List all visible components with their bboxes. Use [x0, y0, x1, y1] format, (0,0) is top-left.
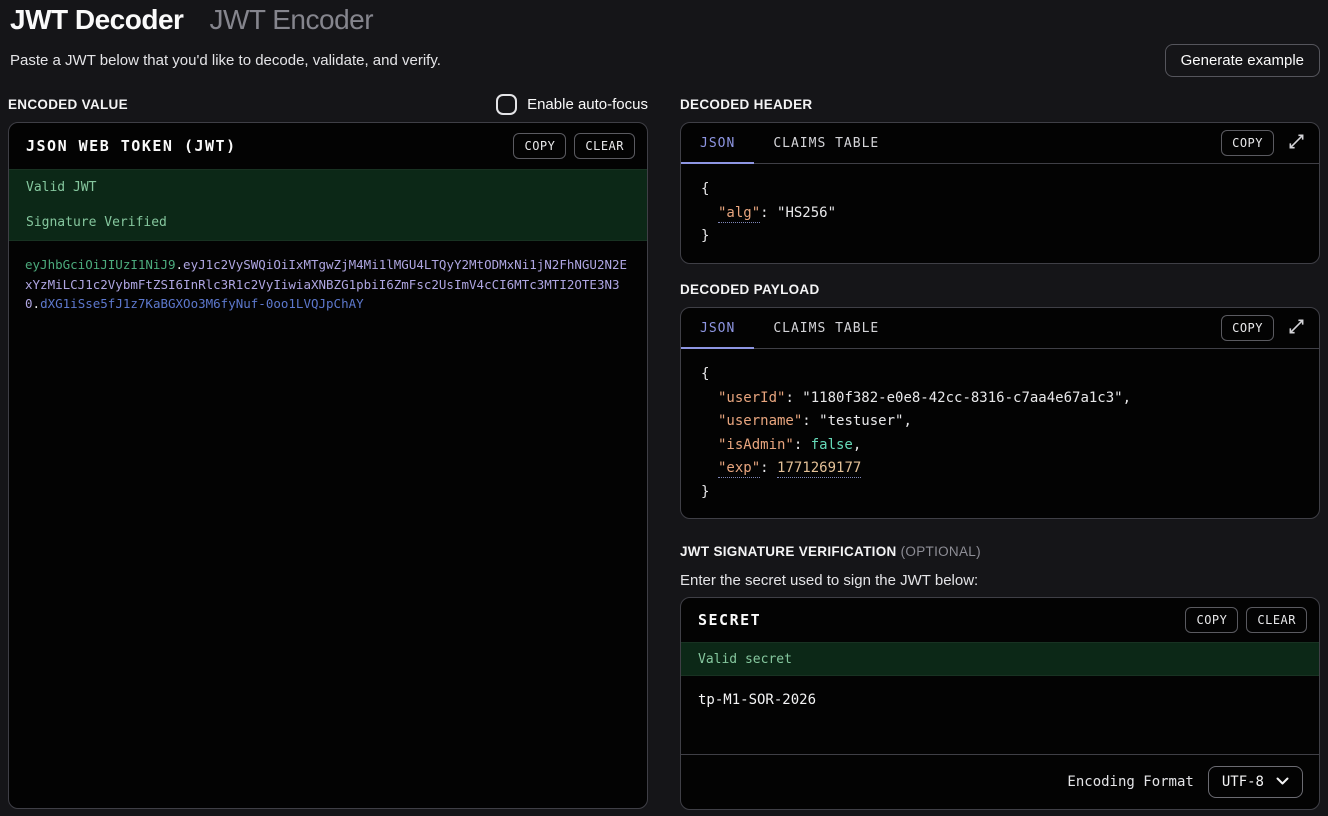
intro-row: Paste a JWT below that you'd like to dec… — [8, 44, 1320, 77]
claim-value-isAdmin: false — [811, 437, 853, 453]
claim-key-exp[interactable]: "exp" — [718, 460, 760, 478]
json-open-brace: { — [701, 178, 1299, 202]
token-signature-segment: dXG1iSse5fJ1z7KaBGXOo3M6fyNuf-0oo1LVQJpC… — [40, 296, 364, 311]
decoded-payload-label: DECODED PAYLOAD — [680, 282, 820, 297]
decoded-header-tab-json[interactable]: JSON — [681, 123, 754, 163]
decoded-payload-json: { "userId": "1180f382-e0e8-42cc-8316-c7a… — [681, 349, 1319, 518]
jwt-input-panel: JSON WEB TOKEN (JWT) COPY CLEAR Valid JW… — [8, 122, 648, 809]
secret-copy-button[interactable]: COPY — [1185, 607, 1238, 633]
json-separator: : — [794, 437, 811, 453]
decoded-payload-label-row: DECODED PAYLOAD — [680, 277, 1320, 301]
chevron-down-icon — [1276, 773, 1289, 791]
secret-panel-header: SECRET COPY CLEAR — [681, 598, 1319, 642]
secret-clear-button[interactable]: CLEAR — [1246, 607, 1307, 633]
claim-key-username: "username" — [718, 413, 802, 429]
jwt-signature-status: Signature Verified — [26, 215, 630, 230]
json-separator: : — [760, 205, 777, 221]
jwt-clear-button[interactable]: CLEAR — [574, 133, 635, 159]
signature-label-text: JWT SIGNATURE VERIFICATION — [680, 544, 897, 559]
json-open-brace: { — [701, 363, 1299, 387]
expand-icon — [1288, 133, 1305, 153]
token-header-segment: eyJhbGciOiJIUzI1NiJ9 — [25, 257, 176, 272]
json-close-brace: } — [701, 225, 1299, 249]
decoded-header-json: { "alg": "HS256" } — [681, 164, 1319, 263]
claim-value-username: "testuser" — [819, 413, 903, 429]
jwt-status-block: Valid JWT Signature Verified — [9, 169, 647, 241]
decoded-payload-tabbar: JSON CLAIMS TABLE COPY — [681, 308, 1319, 349]
autofocus-toggle[interactable]: Enable auto-focus — [496, 94, 648, 115]
secret-panel-actions: COPY CLEAR — [1185, 607, 1307, 633]
secret-valid-status: Valid secret — [698, 652, 792, 667]
generate-example-button[interactable]: Generate example — [1165, 44, 1320, 77]
decoded-payload-tab-json[interactable]: JSON — [681, 308, 754, 348]
jwt-panel-actions: COPY CLEAR — [513, 133, 635, 159]
encoded-label-row: ENCODED VALUE Enable auto-focus — [8, 92, 648, 116]
decoded-header-expand-button[interactable] — [1286, 131, 1307, 155]
autofocus-label: Enable auto-focus — [527, 96, 648, 113]
json-line-exp: "exp": 1771269177 — [701, 457, 1299, 481]
claim-value-userId: "1180f382-e0e8-42cc-8316-c7aa4e67a1c3" — [802, 390, 1122, 406]
json-separator: : — [785, 390, 802, 406]
json-close-brace: } — [701, 481, 1299, 505]
claim-key-userId: "userId" — [718, 390, 785, 406]
decoded-payload-tab-claims[interactable]: CLAIMS TABLE — [754, 308, 898, 348]
encoding-format-value: UTF-8 — [1222, 774, 1264, 790]
signature-section-label: JWT SIGNATURE VERIFICATION (OPTIONAL) — [680, 544, 981, 559]
secret-input[interactable]: tp-M1-SOR-2026 — [681, 676, 1319, 754]
encoded-column: ENCODED VALUE Enable auto-focus JSON WEB… — [8, 92, 648, 810]
jwt-copy-button[interactable]: COPY — [513, 133, 566, 159]
tabbar-spacer — [898, 308, 1221, 348]
encoded-value-label: ENCODED VALUE — [8, 97, 128, 112]
signature-label-row: JWT SIGNATURE VERIFICATION (OPTIONAL) — [680, 539, 1320, 563]
token-dot-2: . — [33, 296, 41, 311]
json-separator: : — [802, 413, 819, 429]
claim-key-isAdmin: "isAdmin" — [718, 437, 794, 453]
decoded-header-label: DECODED HEADER — [680, 97, 812, 112]
jwt-decoder-page: JWT Decoder JWT Encoder Paste a JWT belo… — [0, 0, 1328, 810]
decoded-payload-expand-button[interactable] — [1286, 316, 1307, 340]
json-line-userId: "userId": "1180f382-e0e8-42cc-8316-c7aa4… — [701, 387, 1299, 411]
autofocus-checkbox[interactable] — [496, 94, 517, 115]
decoded-payload-copy-button[interactable]: COPY — [1221, 315, 1274, 341]
jwt-panel-header: JSON WEB TOKEN (JWT) COPY CLEAR — [9, 123, 647, 169]
decoded-header-label-row: DECODED HEADER — [680, 92, 1320, 116]
decoded-column: DECODED HEADER JSON CLAIMS TABLE COPY — [680, 92, 1320, 810]
secret-instruction: Enter the secret used to sign the JWT be… — [680, 569, 1320, 591]
secret-panel: SECRET COPY CLEAR Valid secret tp-M1-SOR… — [680, 597, 1320, 810]
json-comma: , — [853, 437, 861, 453]
claim-key-alg[interactable]: "alg" — [718, 205, 760, 223]
json-line-isAdmin: "isAdmin": false, — [701, 434, 1299, 458]
json-line-username: "username": "testuser", — [701, 410, 1299, 434]
secret-panel-title: SECRET — [698, 611, 761, 629]
decoded-header-actions: COPY — [1221, 123, 1307, 163]
decoded-header-copy-button[interactable]: COPY — [1221, 130, 1274, 156]
encoding-format-label: Encoding Format — [1067, 774, 1193, 790]
tab-jwt-encoder[interactable]: JWT Encoder — [209, 4, 373, 36]
decoded-header-tabbar: JSON CLAIMS TABLE COPY — [681, 123, 1319, 164]
decoded-payload-panel: JSON CLAIMS TABLE COPY { "userId": — [680, 307, 1320, 519]
secret-status-block: Valid secret — [681, 642, 1319, 676]
jwt-token-input[interactable]: eyJhbGciOiJIUzI1NiJ9.eyJ1c2VySWQiOiIxMTg… — [9, 241, 647, 808]
claim-value-alg: "HS256" — [777, 205, 836, 221]
jwt-valid-status: Valid JWT — [26, 180, 630, 195]
decoded-header-tab-claims[interactable]: CLAIMS TABLE — [754, 123, 898, 163]
token-dot-1: . — [176, 257, 184, 272]
jwt-panel-title: JSON WEB TOKEN (JWT) — [26, 137, 237, 155]
tabbar-spacer — [898, 123, 1221, 163]
json-line-alg: "alg": "HS256" — [701, 202, 1299, 226]
json-comma: , — [903, 413, 911, 429]
encoding-format-select[interactable]: UTF-8 — [1208, 766, 1303, 798]
optional-label: (OPTIONAL) — [901, 544, 981, 559]
claim-value-exp[interactable]: 1771269177 — [777, 460, 861, 478]
expand-icon — [1288, 318, 1305, 338]
secret-footer: Encoding Format UTF-8 — [681, 754, 1319, 809]
json-comma: , — [1123, 390, 1131, 406]
intro-text: Paste a JWT below that you'd like to dec… — [8, 52, 441, 69]
json-separator: : — [760, 460, 777, 476]
app-titlebar: JWT Decoder JWT Encoder — [8, 4, 1320, 38]
tab-jwt-decoder[interactable]: JWT Decoder — [10, 4, 183, 36]
decoded-payload-actions: COPY — [1221, 308, 1307, 348]
decoded-header-panel: JSON CLAIMS TABLE COPY { "alg": "H — [680, 122, 1320, 264]
main-grid: ENCODED VALUE Enable auto-focus JSON WEB… — [8, 92, 1320, 810]
